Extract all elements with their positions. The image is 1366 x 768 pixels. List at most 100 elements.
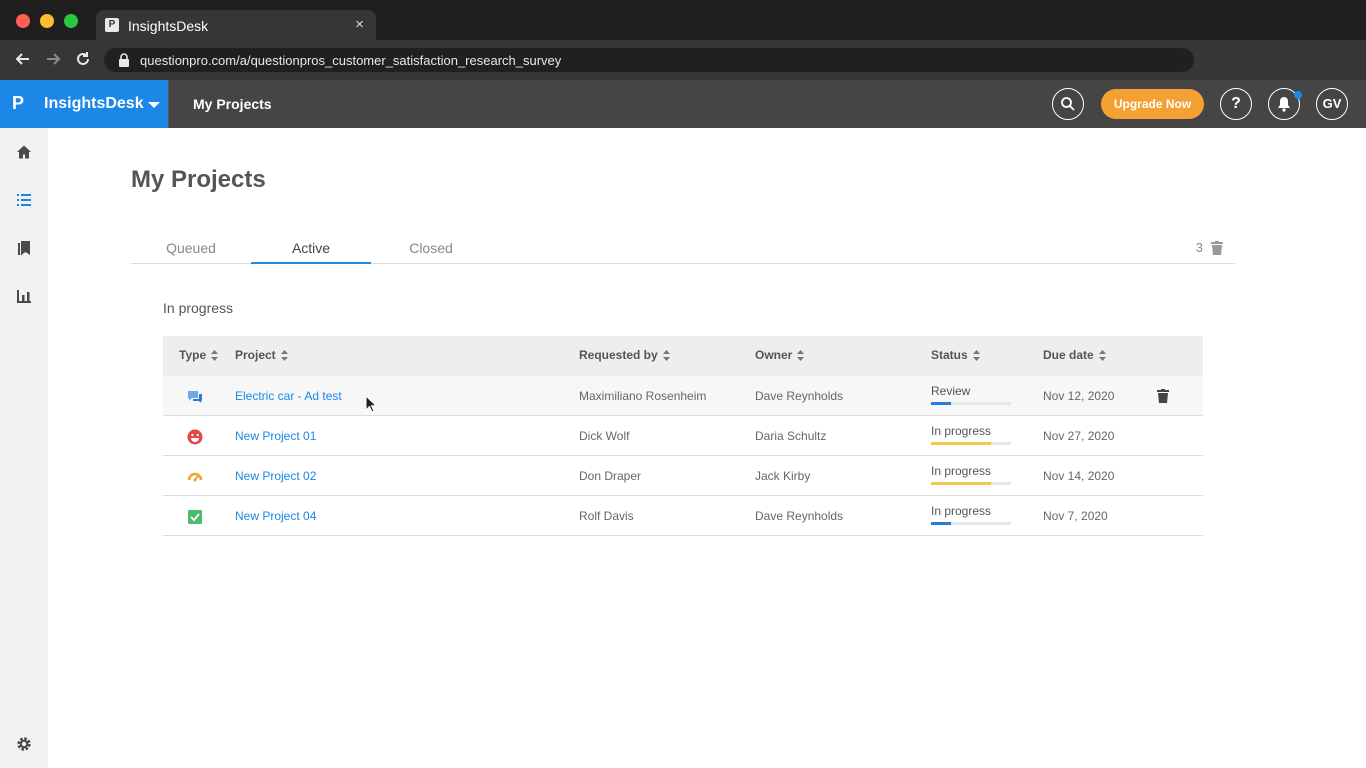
browser-tab[interactable]: P InsightsDesk × [96,10,376,40]
status-progress-bar [931,482,1011,485]
table-header: Type Project Requested by Owner Status D… [163,336,1203,376]
tab-queued[interactable]: Queued [131,232,251,264]
requested-by-cell: Dick Wolf [579,429,630,443]
brand-menu[interactable]: P InsightsDesk [0,80,168,128]
forward-arrow-icon[interactable] [43,50,63,70]
due-date-cell: Nov 27, 2020 [1043,429,1115,443]
close-tab-icon[interactable]: × [355,16,364,33]
upgrade-now-button[interactable]: Upgrade Now [1101,89,1204,119]
smiley-face-icon [187,429,203,445]
table-row[interactable]: New Project 01 Dick Wolf Daria Schultz I… [163,416,1203,456]
list-icon [17,194,31,206]
gauge-icon [187,472,203,482]
back-arrow-icon[interactable] [13,50,33,70]
tab-active[interactable]: Active [251,232,371,264]
sidebar [0,128,48,768]
sort-icon [797,350,805,362]
status-label: In progress [931,504,992,518]
project-link[interactable]: New Project 02 [235,469,316,483]
bar-chart-icon [17,290,31,303]
table-row[interactable]: Electric car - Ad test Maximiliano Rosen… [163,376,1203,416]
table-row[interactable]: New Project 04 Rolf Davis Dave Reynholds… [163,496,1203,536]
status-cell: In progress [931,504,1011,525]
status-progress-bar [931,522,1011,525]
page-title: My Projects [131,166,266,193]
help-button[interactable]: ? [1220,88,1252,120]
sidebar-item-settings[interactable] [0,720,48,768]
sort-icon [211,350,219,362]
notification-badge [1294,91,1302,99]
owner-cell: Dave Reynholds [755,389,844,403]
brand-logo: P [12,93,25,113]
requested-by-cell: Maximiliano Rosenheim [579,389,707,403]
checkbox-icon [188,510,202,524]
table-row[interactable]: New Project 02 Don Draper Jack Kirby In … [163,456,1203,496]
browser-tab-title: InsightsDesk [128,18,209,34]
status-label: In progress [931,424,992,438]
status-cell: In progress [931,424,1011,445]
sidebar-item-bookmarks[interactable] [0,224,48,272]
maximize-window-button[interactable] [64,14,78,28]
column-owner[interactable]: Owner [755,348,805,362]
status-progress-bar [931,442,1011,445]
reload-icon[interactable] [73,50,93,70]
minimize-window-button[interactable] [40,14,54,28]
delete-trash-icon[interactable] [1157,389,1169,403]
sidebar-item-reports[interactable] [0,272,48,320]
status-progress-bar [931,402,1011,405]
favicon-icon: P [105,18,119,32]
browser-toolbar: questionpro.com/a/questionpros_customer_… [0,40,1366,80]
column-requested-by[interactable]: Requested by [579,348,670,362]
requested-by-cell: Rolf Davis [579,509,634,523]
status-cell: Review [931,384,1011,405]
project-link[interactable]: New Project 04 [235,509,316,523]
sidebar-item-projects[interactable] [0,176,48,224]
settings-gear-icon [17,737,31,751]
user-avatar[interactable]: GV [1316,88,1348,120]
home-icon [17,145,31,159]
progress-fill [931,402,951,405]
header-title: My Projects [193,96,272,112]
sidebar-item-home[interactable] [0,128,48,176]
lock-icon [119,53,129,67]
trash-icon[interactable] [1211,241,1223,255]
trash-count: 3 [1195,240,1203,255]
project-link[interactable]: Electric car - Ad test [235,389,342,403]
section-label: In progress [163,300,234,316]
due-date-cell: Nov 14, 2020 [1043,469,1115,483]
caret-down-icon [148,102,160,108]
progress-fill [931,482,991,485]
due-date-cell: Nov 12, 2020 [1043,389,1115,403]
column-status[interactable]: Status [931,348,980,362]
search-icon [1061,97,1075,111]
address-bar[interactable]: questionpro.com/a/questionpros_customer_… [104,48,1194,72]
status-label: Review [931,384,971,398]
owner-cell: Daria Schultz [755,429,827,443]
browser-tab-bar: P InsightsDesk × [0,0,1366,40]
requested-by-cell: Don Draper [579,469,642,483]
brand-name: InsightsDesk [44,95,144,112]
project-link[interactable]: New Project 01 [235,429,316,443]
bell-icon [1278,97,1290,112]
column-due-date[interactable]: Due date [1043,348,1106,362]
progress-fill [931,442,991,445]
search-button[interactable] [1052,88,1084,120]
column-type[interactable]: Type [179,348,219,362]
due-date-cell: Nov 7, 2020 [1043,509,1108,523]
sort-icon [662,350,670,362]
tab-closed[interactable]: Closed [371,232,491,264]
sort-icon [972,350,980,362]
app-header: P InsightsDesk My Projects Upgrade Now ?… [0,80,1366,128]
column-project[interactable]: Project [235,348,288,362]
owner-cell: Dave Reynholds [755,509,844,523]
status-label: In progress [931,464,992,478]
sort-icon [280,350,288,362]
bookmarks-icon [18,241,30,255]
owner-cell: Jack Kirby [755,469,811,483]
header-divider [168,80,169,128]
status-cell: In progress [931,464,1011,485]
progress-fill [931,522,951,525]
mouse-cursor-icon [365,395,377,413]
close-window-button[interactable] [16,14,30,28]
project-tabs: Queued Active Closed 3 [131,232,1235,264]
